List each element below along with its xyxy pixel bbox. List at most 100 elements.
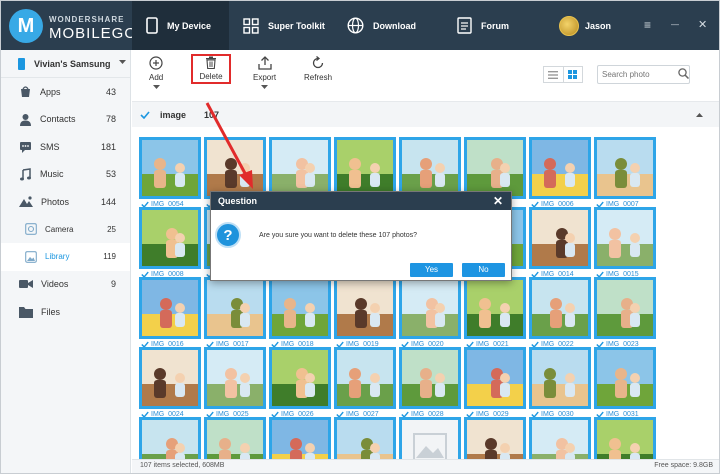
photo-thumbnail[interactable] <box>594 417 656 459</box>
search-icon[interactable] <box>678 68 689 79</box>
sidebar-item-videos[interactable]: Videos 9 <box>1 271 130 299</box>
device-selector[interactable]: Vivian's Samsung <box>1 50 130 78</box>
sidebar-item-files[interactable]: Files <box>1 298 130 326</box>
group-checkbox[interactable] <box>140 110 150 120</box>
phone-icon <box>146 17 158 34</box>
photo-thumbnail[interactable] <box>399 417 461 459</box>
menu-icon[interactable]: ≡ <box>644 18 651 32</box>
dialog-title: Question <box>218 196 258 206</box>
photo-thumbnail[interactable] <box>204 417 266 459</box>
photo-image <box>207 420 263 459</box>
photo-image <box>597 350 653 406</box>
tab-my-device[interactable]: My Device <box>132 1 229 50</box>
sidebar-item-label: Apps <box>40 86 61 97</box>
photo-image <box>207 350 263 406</box>
globe-icon <box>347 17 364 34</box>
tab-label: Download <box>373 20 416 31</box>
tab-download[interactable]: Download <box>333 1 443 50</box>
sidebar-item-label: Camera <box>45 224 74 234</box>
photo-thumbnail[interactable] <box>529 417 591 459</box>
photo-image <box>337 350 393 406</box>
refresh-label: Refresh <box>304 73 333 82</box>
photo-thumbnail[interactable] <box>464 277 526 339</box>
photo-thumbnail[interactable] <box>139 137 201 199</box>
delete-button[interactable]: Delete <box>191 54 231 84</box>
photo-thumbnail[interactable] <box>464 417 526 459</box>
refresh-button[interactable]: Refresh <box>304 56 332 82</box>
photo-thumbnail[interactable] <box>464 347 526 409</box>
photo-thumbnail[interactable] <box>204 347 266 409</box>
sidebar-item-music[interactable]: Music 53 <box>1 161 130 189</box>
sidebar-item-contacts[interactable]: Contacts 78 <box>1 106 130 134</box>
photo-thumbnail[interactable] <box>139 207 201 269</box>
photo-image <box>467 350 523 406</box>
device-name: Vivian's Samsung <box>34 58 111 69</box>
toolbar: Add Delete Export Refresh <box>132 50 719 102</box>
list-view-button[interactable] <box>544 67 563 82</box>
photo-thumbnail[interactable] <box>204 277 266 339</box>
files-icon <box>19 306 33 318</box>
sidebar-item-count: 25 <box>107 224 116 234</box>
no-button[interactable]: No <box>462 263 505 277</box>
forum-icon <box>457 17 472 34</box>
add-button[interactable]: Add <box>149 56 163 90</box>
photo-thumbnail[interactable] <box>139 417 201 459</box>
sidebar-item-library[interactable]: Library 119 <box>1 243 130 271</box>
tab-forum[interactable]: Forum <box>443 1 547 50</box>
photo-image <box>207 140 263 196</box>
tab-super-toolkit[interactable]: Super Toolkit <box>229 1 333 50</box>
photo-thumbnail[interactable] <box>594 277 656 339</box>
photo-thumbnail[interactable] <box>464 137 526 199</box>
photo-thumbnail[interactable] <box>334 417 396 459</box>
photo-thumbnail[interactable] <box>204 137 266 199</box>
logo-brand: WONDERSHARE <box>49 15 125 24</box>
photo-thumbnail[interactable] <box>399 347 461 409</box>
photo-thumbnail[interactable] <box>269 137 331 199</box>
photo-thumbnail[interactable] <box>529 207 591 269</box>
photo-thumbnail[interactable] <box>399 137 461 199</box>
photo-thumbnail[interactable] <box>594 137 656 199</box>
photo-thumbnail[interactable] <box>269 347 331 409</box>
export-button[interactable]: Export <box>253 56 276 90</box>
dialog-title-bar: Question ✕ <box>211 192 511 210</box>
photo-image <box>597 140 653 196</box>
photo-thumbnail[interactable] <box>594 207 656 269</box>
sidebar-item-label: SMS <box>40 141 60 152</box>
photo-thumbnail[interactable] <box>269 417 331 459</box>
sidebar-item-sms[interactable]: SMS 181 <box>1 133 130 161</box>
search-input[interactable] <box>597 65 690 84</box>
plus-circle-icon <box>149 56 163 70</box>
photo-thumbnail[interactable] <box>399 277 461 339</box>
photo-image <box>532 350 588 406</box>
photo-thumbnail[interactable] <box>529 347 591 409</box>
photo-thumbnail[interactable] <box>269 277 331 339</box>
sms-icon <box>20 142 31 154</box>
user-account[interactable]: Jason <box>559 15 611 37</box>
close-icon[interactable]: ✕ <box>698 18 707 32</box>
photo-image <box>272 140 328 196</box>
grid-view-button[interactable] <box>562 67 583 82</box>
sidebar-item-photos[interactable]: Photos 144 <box>1 188 130 216</box>
avatar <box>559 16 579 36</box>
photo-thumbnail[interactable] <box>529 277 591 339</box>
photo-thumbnail[interactable] <box>529 137 591 199</box>
photo-thumbnail[interactable] <box>139 277 201 339</box>
photo-image <box>272 420 328 459</box>
photo-thumbnail[interactable] <box>594 347 656 409</box>
sidebar-item-apps[interactable]: Apps 43 <box>1 78 130 106</box>
photo-group-header: image 107 <box>132 102 719 127</box>
minimize-icon[interactable]: — <box>671 18 679 32</box>
sidebar-item-count: 144 <box>100 196 116 207</box>
photo-thumbnail[interactable] <box>139 347 201 409</box>
dialog-close-icon[interactable]: ✕ <box>493 194 503 208</box>
photo-thumbnail[interactable] <box>334 137 396 199</box>
question-icon: ? <box>215 222 241 248</box>
library-icon <box>25 250 37 263</box>
sidebar-item-camera[interactable]: Camera 25 <box>1 216 130 244</box>
chevron-down-icon <box>119 60 126 64</box>
chevron-down-icon <box>261 85 269 89</box>
photo-thumbnail[interactable] <box>334 347 396 409</box>
yes-button[interactable]: Yes <box>410 263 453 277</box>
collapse-icon[interactable] <box>696 112 703 117</box>
photo-thumbnail[interactable] <box>334 277 396 339</box>
